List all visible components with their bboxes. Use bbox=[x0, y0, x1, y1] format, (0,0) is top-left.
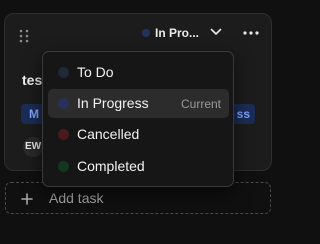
status-dot-todo bbox=[58, 67, 69, 78]
status-label: In Pro... bbox=[155, 26, 200, 40]
task-board: In Pro... tes M ss EW Add task To Do In … bbox=[0, 0, 285, 244]
status-dropdown-menu: To Do In Progress Current Cancelled Comp… bbox=[42, 51, 234, 187]
plus-icon bbox=[21, 193, 33, 205]
drag-handle-icon[interactable] bbox=[19, 29, 29, 43]
current-badge: Current bbox=[180, 97, 221, 111]
status-dot-in-progress bbox=[58, 98, 69, 109]
status-option-label: Completed bbox=[77, 158, 145, 174]
status-dot bbox=[142, 29, 150, 37]
avatar: EW bbox=[23, 137, 43, 157]
status-option-completed[interactable]: Completed bbox=[48, 152, 229, 181]
status-option-todo[interactable]: To Do bbox=[48, 58, 229, 87]
add-task-label: Add task bbox=[49, 190, 104, 206]
task-title[interactable]: tes bbox=[22, 72, 42, 88]
status-dot-cancelled bbox=[58, 129, 69, 140]
status-option-label: In Progress bbox=[77, 95, 149, 111]
chevron-down-icon[interactable] bbox=[210, 28, 222, 36]
status-option-label: Cancelled bbox=[77, 126, 140, 142]
status-option-cancelled[interactable]: Cancelled bbox=[48, 120, 229, 149]
task-status-tag-label: ss bbox=[236, 107, 250, 121]
status-option-label: To Do bbox=[77, 64, 114, 80]
status-option-in-progress[interactable]: In Progress Current bbox=[48, 89, 229, 118]
more-horizontal-icon[interactable] bbox=[243, 31, 259, 35]
status-dot-completed bbox=[58, 161, 69, 172]
status-selector[interactable]: In Pro... bbox=[142, 24, 199, 42]
